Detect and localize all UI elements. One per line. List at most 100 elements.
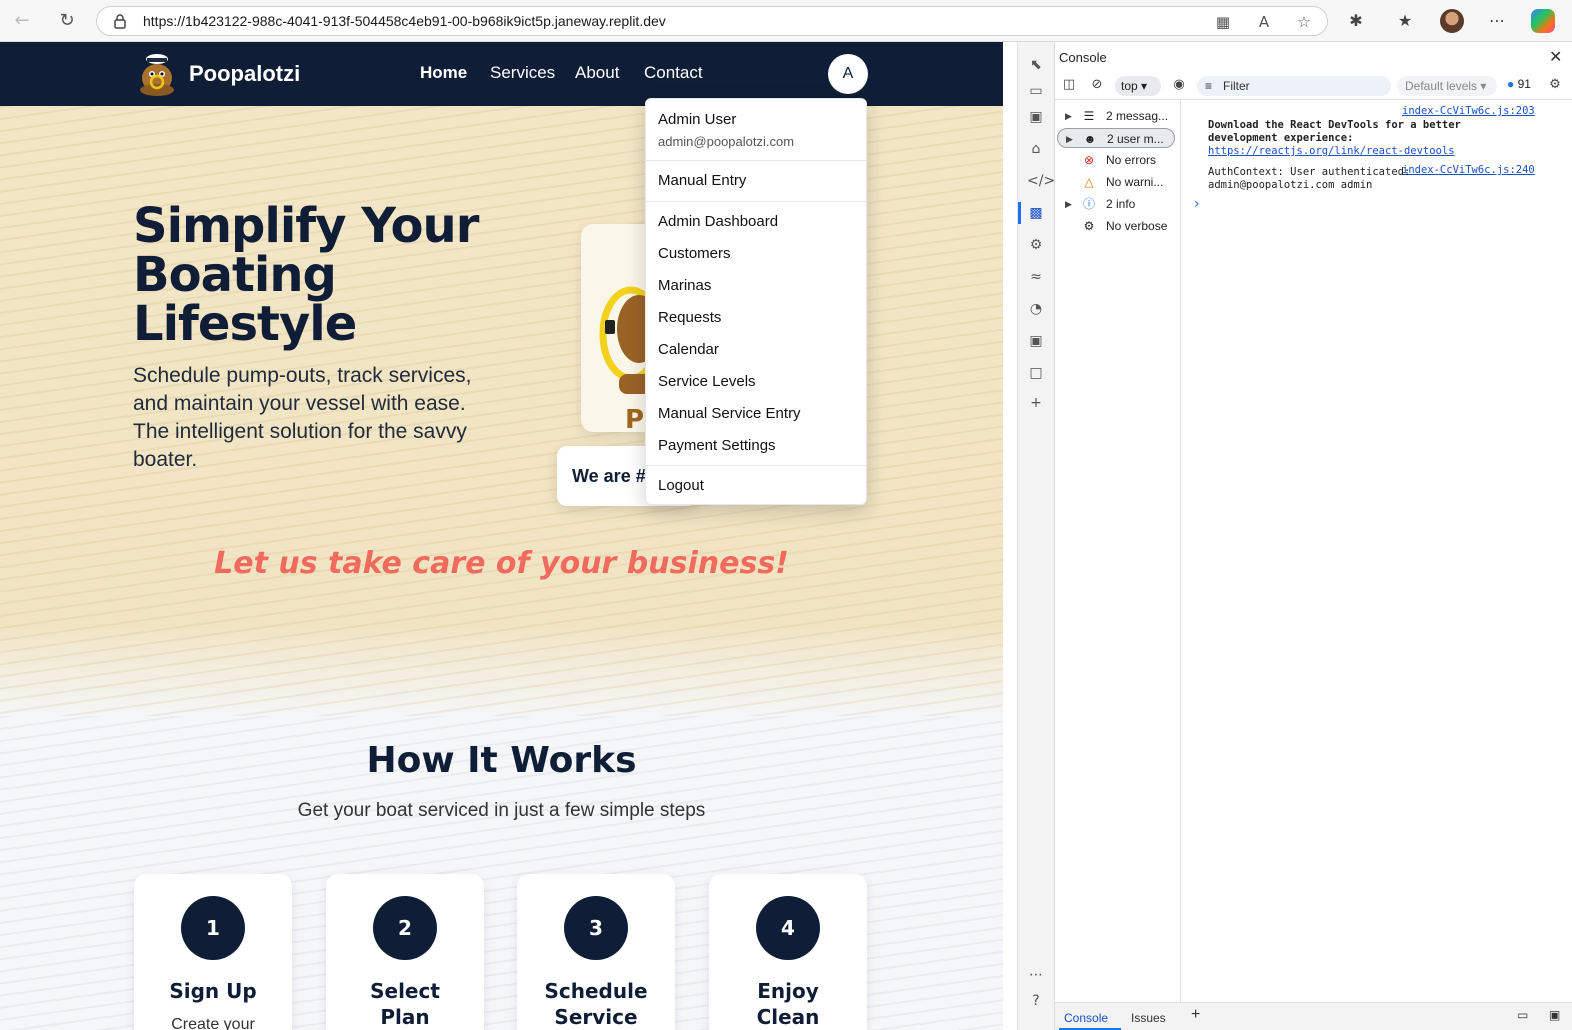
sidebar-item-warnings[interactable]: △ No warni... xyxy=(1057,172,1175,192)
more-options-icon[interactable]: ⋯ xyxy=(1486,10,1508,32)
add-tab-icon[interactable]: + xyxy=(1191,1006,1200,1024)
tab-issues[interactable]: Issues xyxy=(1131,1011,1166,1025)
menu-item-requests[interactable]: Requests xyxy=(658,309,721,326)
menu-item-manual-entry[interactable]: Manual Entry xyxy=(658,172,746,189)
console-icon[interactable]: ▩ xyxy=(1027,204,1045,222)
network-wifi-icon[interactable]: ≈ xyxy=(1027,268,1045,286)
log-link-row: https://reactjs.org/link/react-devtools xyxy=(1208,145,1548,158)
badge-text: We are # xyxy=(572,466,646,486)
sidebar-item-info[interactable]: ▶ ⓘ 2 info xyxy=(1057,194,1175,214)
react-devtools-link[interactable]: https://reactjs.org/link/react-devtools xyxy=(1208,145,1455,157)
how-it-works-section: How It Works Get your boat serviced in j… xyxy=(0,716,1003,1030)
menu-item-marinas[interactable]: Marinas xyxy=(658,277,711,294)
sidebar-item-label: No errors xyxy=(1106,153,1157,167)
menu-item-calendar[interactable]: Calendar xyxy=(658,341,719,358)
close-drawer-icon[interactable]: ▣ xyxy=(1549,1008,1560,1022)
message-count[interactable]: ● 91 xyxy=(1507,77,1531,91)
read-aloud-icon[interactable]: A xyxy=(1254,12,1274,32)
step-card: 3 Schedule Service xyxy=(517,874,675,1030)
info-icon: ⓘ xyxy=(1082,197,1095,211)
sidebar-item-label: No verbose xyxy=(1106,219,1168,233)
step-number: 3 xyxy=(564,896,628,960)
sidebar-item-label: 2 user m... xyxy=(1107,132,1164,146)
menu-item-service-levels[interactable]: Service Levels xyxy=(658,373,756,390)
lock-icon xyxy=(114,14,126,29)
warning-icon: △ xyxy=(1084,175,1094,189)
more-tools-icon[interactable]: ⋯ xyxy=(1027,966,1045,984)
menu-item-payment-settings[interactable]: Payment Settings xyxy=(658,437,776,454)
favorite-star-icon[interactable]: ☆ xyxy=(1294,12,1314,32)
menu-item-manual-service-entry[interactable]: Manual Service Entry xyxy=(658,405,801,422)
context-select[interactable]: top ▾ xyxy=(1115,76,1161,96)
elements-icon[interactable]: </> xyxy=(1027,172,1055,190)
step-title: Sign Up xyxy=(169,979,257,1003)
console-prompt-chevron-icon[interactable]: › xyxy=(1194,196,1200,212)
step-card: 2 Select Plan xyxy=(326,874,484,1030)
device-emulation-icon[interactable]: ▭ xyxy=(1027,82,1045,100)
filter-placeholder: Filter xyxy=(1223,79,1250,93)
console-output: index-CcViTw6c.js:203 Download the React… xyxy=(1182,100,1572,1002)
add-tool-icon[interactable]: + xyxy=(1027,394,1045,412)
message-count-value: 91 xyxy=(1517,77,1531,91)
expand-triangle-icon: ▶ xyxy=(1065,199,1072,209)
profile-avatar[interactable] xyxy=(1440,9,1464,33)
brand-name[interactable]: Poopalotzi xyxy=(189,61,300,87)
log-levels-select[interactable]: Default levels ▾ xyxy=(1397,76,1497,96)
nav-services[interactable]: Services xyxy=(490,63,555,83)
menu-item-customers[interactable]: Customers xyxy=(658,245,731,262)
menu-item-admin-dashboard[interactable]: Admin Dashboard xyxy=(658,213,778,230)
app-available-icon[interactable]: ▦ xyxy=(1213,12,1233,32)
tagline: Let us take care of your business! xyxy=(214,546,789,581)
bug-icon: ⚙ xyxy=(1083,219,1095,233)
devtools-resize-handle[interactable] xyxy=(1003,42,1018,1030)
filter-input[interactable]: ≡ Filter xyxy=(1197,76,1391,96)
close-icon[interactable]: ✕ xyxy=(1549,47,1562,66)
dock-drawer-icon[interactable]: ▭ xyxy=(1517,1008,1528,1022)
hero-title: Simplify Your Boating Lifestyle xyxy=(133,198,479,352)
logo-mascot-icon[interactable] xyxy=(137,50,177,98)
welcome-home-icon[interactable]: ⌂ xyxy=(1027,140,1045,158)
menu-divider xyxy=(646,201,866,202)
nav-home[interactable]: Home xyxy=(420,63,467,83)
step-description: Create your xyxy=(171,1016,255,1030)
memory-chip-icon[interactable]: ▣ xyxy=(1027,332,1045,350)
sidebar-item-verbose[interactable]: ⚙ No verbose xyxy=(1057,216,1175,236)
step-number: 1 xyxy=(181,896,245,960)
sidebar-item-label: No warni... xyxy=(1106,175,1164,189)
tab-console[interactable]: Console xyxy=(1064,1011,1108,1025)
extensions-icon[interactable]: ✱ xyxy=(1345,10,1367,32)
back-icon[interactable]: ← xyxy=(10,9,34,33)
copilot-icon[interactable] xyxy=(1531,9,1555,33)
user-name: Admin User xyxy=(658,111,737,128)
log-source-link[interactable]: index-CcViTw6c.js:203 xyxy=(1402,105,1535,117)
sidebar-item-errors[interactable]: ⊗ No errors xyxy=(1057,150,1175,170)
step-title: Select Plan xyxy=(370,979,440,1029)
dock-icon[interactable]: ▣ xyxy=(1027,108,1045,126)
performance-gauge-icon[interactable]: ◔ xyxy=(1027,300,1045,318)
reload-icon[interactable]: ↻ xyxy=(55,9,79,33)
browser-toolbar: ← ↻ https://1b423122-988c-4041-913f-5044… xyxy=(0,0,1572,42)
nav-contact[interactable]: Contact xyxy=(644,63,703,83)
user-menu-button[interactable]: A xyxy=(828,54,868,94)
url-text[interactable]: https://1b423122-988c-4041-913f-504458c4… xyxy=(143,13,666,29)
application-icon[interactable]: □ xyxy=(1027,364,1045,382)
favorites-icon[interactable]: ★ xyxy=(1394,10,1416,32)
sidebar-item-label: 2 info xyxy=(1106,197,1136,211)
menu-item-logout[interactable]: Logout xyxy=(658,477,704,494)
sidebar-item-messages[interactable]: ▶ ☰ 2 messag... xyxy=(1057,106,1175,126)
error-icon: ⊗ xyxy=(1083,153,1095,167)
log-message: AuthContext: User authenticated: admin@p… xyxy=(1208,166,1411,191)
inspect-element-icon[interactable]: ⬉ xyxy=(1027,56,1045,74)
menu-divider xyxy=(646,465,866,466)
console-settings-gear-icon[interactable]: ⚙ xyxy=(1547,77,1563,93)
clear-console-icon[interactable]: ⊘ xyxy=(1089,77,1105,93)
sources-bug-icon[interactable]: ⚙ xyxy=(1027,236,1045,254)
address-bar[interactable]: https://1b423122-988c-4041-913f-504458c4… xyxy=(96,6,1328,36)
sidebar-item-user-messages[interactable]: ▶ ☻ 2 user m... xyxy=(1057,128,1175,148)
help-icon[interactable]: ? xyxy=(1027,992,1045,1010)
nav-about[interactable]: About xyxy=(575,63,619,83)
step-number: 4 xyxy=(756,896,820,960)
live-expression-eye-icon[interactable]: ◉ xyxy=(1171,77,1187,93)
sidebar-toggle-icon[interactable]: ◫ xyxy=(1061,77,1077,93)
console-sidebar: ▶ ☰ 2 messag... ▶ ☻ 2 user m... ⊗ No err… xyxy=(1055,100,1181,1002)
